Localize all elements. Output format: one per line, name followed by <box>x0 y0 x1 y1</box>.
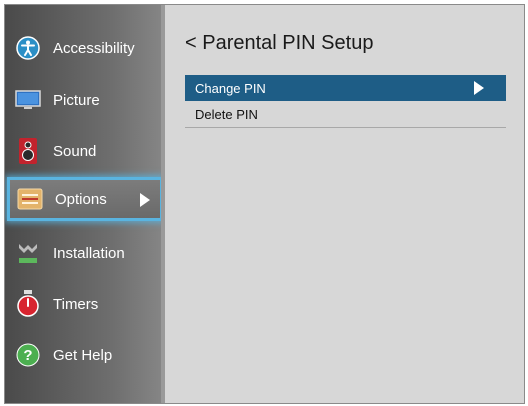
picture-icon <box>15 86 41 114</box>
tv-settings-screen: Accessibility Picture Sound Options Inst… <box>4 4 525 404</box>
sidebar-item-installation[interactable]: Installation <box>5 230 161 276</box>
sidebar-item-timers[interactable]: Timers <box>5 281 161 327</box>
sidebar-item-label: Picture <box>53 91 100 109</box>
help-icon: ? <box>15 341 41 369</box>
change-pin-option[interactable]: Change PIN <box>185 75 506 101</box>
timer-icon <box>15 290 41 318</box>
sidebar-menu: Accessibility Picture Sound Options Inst… <box>5 5 163 403</box>
sidebar-item-get-help[interactable]: ? Get Help <box>5 332 161 378</box>
sidebar-item-label: Installation <box>53 244 125 262</box>
sidebar-item-label: Options <box>55 190 107 208</box>
chevron-right-icon <box>474 81 484 98</box>
chevron-right-icon <box>140 193 150 212</box>
sidebar-item-label: Get Help <box>53 346 113 364</box>
delete-pin-option[interactable]: Delete PIN <box>185 102 506 128</box>
sidebar-item-label: Accessibility <box>53 39 135 57</box>
accessibility-icon <box>15 34 41 62</box>
options-icon <box>17 185 43 213</box>
option-label: Change PIN <box>195 80 266 96</box>
speaker-icon <box>15 137 41 165</box>
main-panel: < Parental PIN Setup Change PIN Delete P… <box>165 5 524 403</box>
sidebar-item-sound[interactable]: Sound <box>5 128 161 174</box>
sidebar-item-label: Timers <box>53 295 99 313</box>
installation-icon <box>15 239 41 267</box>
sidebar-item-picture[interactable]: Picture <box>5 77 161 123</box>
sidebar-item-label: Sound <box>53 142 97 160</box>
sidebar-item-options[interactable]: Options <box>7 177 163 221</box>
option-label: Delete PIN <box>195 107 258 122</box>
page-title[interactable]: < Parental PIN Setup <box>185 32 373 55</box>
sidebar-item-accessibility[interactable]: Accessibility <box>5 25 161 71</box>
svg-text:?: ? <box>23 347 32 364</box>
